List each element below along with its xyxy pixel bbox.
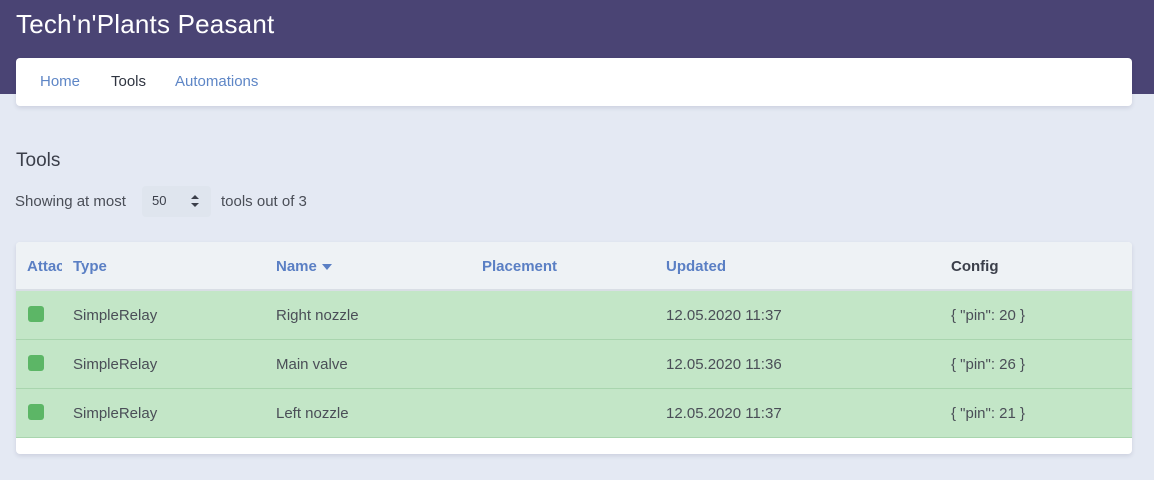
col-config: Config — [951, 258, 999, 275]
col-attached[interactable]: Attac — [27, 258, 62, 275]
page-title: Tools — [16, 150, 61, 171]
col-placement[interactable]: Placement — [482, 258, 557, 275]
app-title: Tech'n'Plants Peasant — [16, 9, 275, 39]
cell-name: Main valve — [276, 356, 348, 373]
limit-value: 50 — [152, 193, 167, 208]
attached-indicator — [28, 306, 44, 322]
nav-tools[interactable]: Tools — [111, 73, 146, 90]
pagination-limit: Showing at most 50 tools out of 3 — [15, 186, 615, 217]
table-row[interactable]: SimpleRelay Right nozzle 12.05.2020 11:3… — [16, 291, 1132, 340]
tools-table: Attac Type Name Placement Updated Config… — [16, 242, 1132, 454]
cell-type: SimpleRelay — [73, 356, 158, 373]
col-type[interactable]: Type — [73, 258, 107, 275]
cell-name: Right nozzle — [276, 307, 359, 324]
showing-suffix: tools out of 3 — [221, 193, 307, 210]
sort-desc-icon — [321, 264, 332, 271]
cell-updated: 12.05.2020 11:36 — [666, 356, 782, 373]
col-name[interactable]: Name — [276, 258, 332, 275]
nav-automations[interactable]: Automations — [175, 73, 258, 90]
showing-prefix: Showing at most — [15, 193, 126, 210]
attached-indicator — [28, 355, 44, 371]
main-navigation: Home Tools Automations — [16, 58, 1132, 106]
cell-updated: 12.05.2020 11:37 — [666, 405, 782, 422]
table-row[interactable]: SimpleRelay Main valve 12.05.2020 11:36 … — [16, 340, 1132, 389]
table-row[interactable]: SimpleRelay Left nozzle 12.05.2020 11:37… — [16, 389, 1132, 438]
col-updated[interactable]: Updated — [666, 258, 726, 275]
cell-config: { "pin": 21 } — [951, 405, 1026, 422]
cell-type: SimpleRelay — [73, 405, 158, 422]
cell-config: { "pin": 26 } — [951, 356, 1026, 373]
cell-config: { "pin": 20 } — [951, 307, 1026, 324]
nav-home[interactable]: Home — [40, 73, 80, 90]
updown-icon — [191, 195, 199, 207]
table-header: Attac Type Name Placement Updated Config — [16, 242, 1132, 291]
cell-name: Left nozzle — [276, 405, 349, 422]
cell-type: SimpleRelay — [73, 307, 158, 324]
col-name-label: Name — [276, 258, 317, 275]
cell-updated: 12.05.2020 11:37 — [666, 307, 782, 324]
attached-indicator — [28, 404, 44, 420]
limit-select[interactable]: 50 — [142, 186, 211, 217]
